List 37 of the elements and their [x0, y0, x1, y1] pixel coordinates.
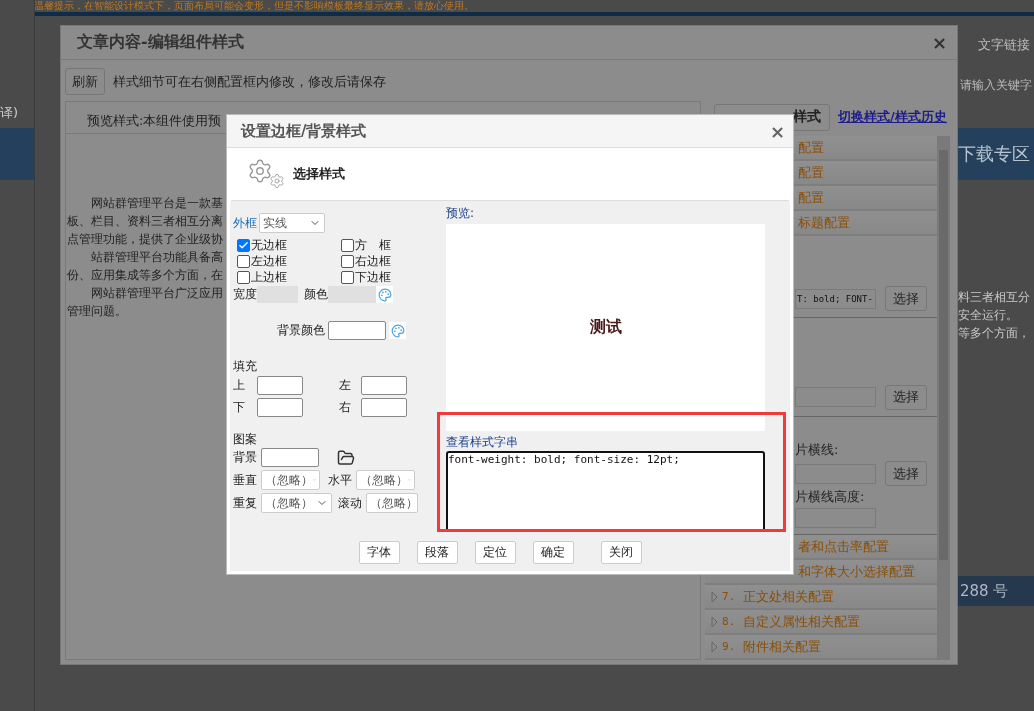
preview-label: 预览: — [446, 205, 476, 222]
field-label: 宽度 — [233, 286, 257, 303]
page-text: 等多个方面， — [958, 325, 1030, 342]
preview-text: 测试 — [589, 317, 622, 338]
field-label: 片横线高度: — [795, 488, 866, 506]
page-text: 安全运行。 — [958, 307, 1018, 324]
field-label: 下 — [233, 399, 246, 416]
paragraph-line: 站群管理平台功能具备高 — [90, 249, 223, 266]
group-title: 图案 — [233, 431, 258, 448]
page-text: 译) — [0, 104, 19, 122]
paragraph-line: 点管理功能，提供了企业级协 — [67, 231, 223, 248]
paragraph-line: 份、应用集成等多个方面，在 — [67, 267, 223, 284]
field-label: 背景 — [233, 449, 257, 466]
field-label: 片横线: — [795, 441, 840, 459]
preview-header: 预览样式:本组件使用预 — [87, 113, 222, 128]
field-label: 上 — [233, 377, 246, 394]
field-label: 外框 — [233, 214, 257, 232]
footer-text: 288 号 — [958, 576, 1034, 606]
dialog-title: 设置边框/背景样式 — [241, 121, 367, 141]
field-label: 重复 — [233, 494, 257, 512]
paragraph-line: 网站群管理平台广泛应用 — [90, 285, 223, 302]
page-text: 料三者相互分 — [958, 289, 1030, 306]
field-label: 右 — [339, 399, 352, 416]
field-label: 背景颜色 — [277, 322, 325, 339]
field-label: 水平 — [328, 471, 352, 489]
field-label: 滚动 — [338, 494, 362, 512]
group-title: 填充 — [233, 358, 258, 375]
paragraph-line: 管理问题。 — [67, 303, 127, 320]
paragraph-line: 网站群管理平台是一款基 — [90, 195, 223, 212]
field-label: 颜色 — [304, 286, 328, 303]
dialog-title: 文章内容-编辑组件样式 — [77, 32, 244, 53]
field-label: 左 — [339, 377, 352, 394]
section-heading: 选择样式 — [293, 165, 345, 183]
hint-text: 样式细节可在右侧配置框内修改，修改后请保存 — [113, 72, 386, 91]
field-label: 垂直 — [233, 471, 257, 489]
paragraph-line: 板、栏目、资料三者相互分离 — [67, 213, 223, 230]
notice-text: 温馨提示，在智能设计模式下，页面布局可能会变形，但是不影响模板最终显示效果，请放心使用。 — [34, 0, 474, 12]
